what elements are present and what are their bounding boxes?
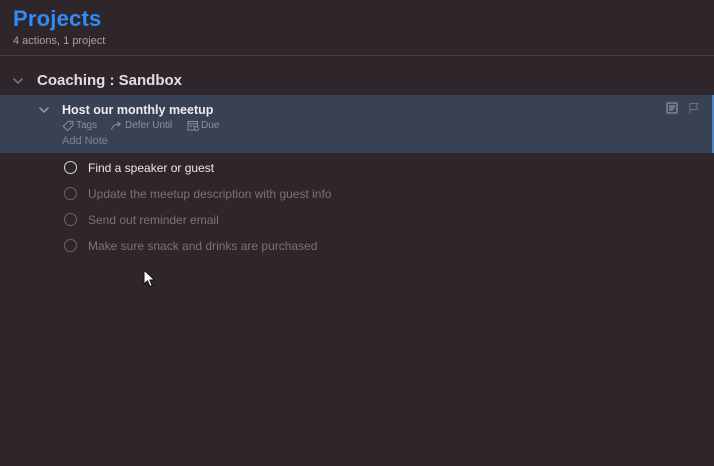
due-field[interactable]: Due <box>187 120 219 131</box>
project-row[interactable]: Host our monthly meetup Tags Defer Until <box>0 95 712 153</box>
folder-row[interactable]: Coaching : Sandbox <box>0 68 714 94</box>
defer-label: Defer Until <box>125 120 173 131</box>
mouse-cursor-icon <box>143 269 156 288</box>
chevron-down-icon[interactable] <box>12 75 24 87</box>
tags-field[interactable]: Tags <box>62 120 97 131</box>
task-row[interactable]: Update the meetup description with guest… <box>0 184 714 206</box>
task-label[interactable]: Update the meetup description with guest… <box>88 187 331 201</box>
tag-icon <box>62 120 74 131</box>
status-circle-icon[interactable] <box>64 187 77 200</box>
status-circle-icon[interactable] <box>64 239 77 252</box>
defer-arrow-icon <box>110 121 122 130</box>
calendar-icon <box>187 121 199 131</box>
page-title: Projects <box>13 6 102 31</box>
task-row[interactable]: Send out reminder email <box>0 210 714 232</box>
task-row[interactable]: Make sure snack and drinks are purchased <box>0 236 714 258</box>
due-label: Due <box>201 120 220 131</box>
folder-title: Coaching : Sandbox <box>37 72 183 89</box>
task-label[interactable]: Send out reminder email <box>88 213 219 227</box>
header-divider <box>0 55 714 56</box>
page-subtitle: 4 actions, 1 project <box>13 35 106 47</box>
tags-label: Tags <box>76 120 98 131</box>
status-circle-icon[interactable] <box>64 213 77 226</box>
chevron-down-icon[interactable] <box>38 104 50 116</box>
task-row[interactable]: Find a speaker or guest <box>0 158 714 180</box>
flag-icon[interactable] <box>688 102 700 114</box>
task-label[interactable]: Find a speaker or guest <box>88 161 214 175</box>
status-circle-icon[interactable] <box>64 161 77 174</box>
note-icon[interactable] <box>666 102 678 114</box>
defer-field[interactable]: Defer Until <box>110 120 172 131</box>
add-note-field[interactable]: Add Note <box>62 135 108 147</box>
project-title[interactable]: Host our monthly meetup <box>62 103 213 117</box>
omnifocus-projects-view: Projects 4 actions, 1 project Coaching :… <box>0 0 714 466</box>
task-label[interactable]: Make sure snack and drinks are purchased <box>88 239 317 253</box>
